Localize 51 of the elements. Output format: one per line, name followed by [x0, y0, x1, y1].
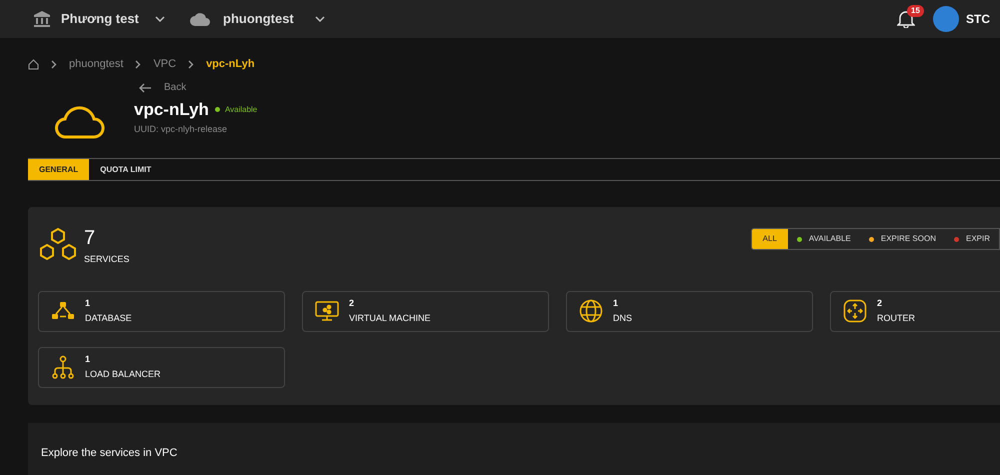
database-icon	[51, 301, 75, 321]
notification-count: 15	[907, 5, 924, 17]
user-name[interactable]: STC	[966, 10, 1000, 28]
service-card[interactable]: 2 ROUTER	[830, 290, 1000, 332]
back-arrow-icon[interactable]	[139, 82, 152, 92]
services-label: SERVICES	[84, 253, 130, 266]
breadcrumb-link[interactable]: VPC	[153, 56, 176, 72]
avatar[interactable]	[933, 6, 959, 32]
cloud-icon	[54, 104, 106, 140]
status-text: Available	[224, 104, 258, 116]
service-count: 2	[349, 296, 356, 310]
service-name: DNS	[613, 312, 632, 325]
service-name: ROUTER	[877, 312, 915, 325]
uuid-text: UUID: vpc-nlyh-release	[134, 122, 228, 136]
service-card[interactable]: 2 VIRTUAL MACHINE	[302, 290, 549, 332]
chevron-right-icon	[51, 60, 57, 68]
project-name: phuongtest	[223, 10, 295, 28]
filter-tab[interactable]: EXPIR	[944, 229, 999, 249]
service-count: 2	[877, 296, 884, 310]
monitor-icon	[315, 300, 339, 322]
service-card[interactable]: 1 DNS	[566, 290, 813, 332]
network-tree-icon	[51, 355, 75, 379]
service-name: LOAD BALANCER	[85, 368, 161, 381]
chevron-down-icon[interactable]	[155, 16, 165, 22]
hexagons-icon	[38, 227, 78, 263]
back-link[interactable]: Back	[164, 80, 186, 95]
globe-icon	[579, 299, 603, 323]
chevron-right-icon	[135, 60, 142, 68]
section-title: Explore the services in VPC	[41, 447, 178, 459]
filter-tab[interactable]: ALL	[752, 229, 788, 249]
vpc-name: vpc-nLyh	[134, 99, 209, 121]
chevron-right-icon	[188, 60, 194, 68]
filter-tab[interactable]: AVAILABLE	[788, 229, 860, 249]
filter-tab[interactable]: EXPIRE SOON	[860, 229, 945, 249]
bank-icon	[34, 11, 50, 27]
service-name: DATABASE	[85, 312, 132, 325]
tab[interactable]: GENERAL	[28, 159, 90, 180]
service-name: VIRTUAL MACHINE	[349, 312, 431, 325]
services-count: 7	[84, 227, 96, 249]
cloud-icon	[190, 12, 210, 26]
service-count: 1	[85, 296, 92, 310]
service-card[interactable]: 1 LOAD BALANCER	[38, 346, 285, 388]
breadcrumb-link[interactable]: phuongtest	[69, 56, 124, 72]
chevron-down-icon[interactable]	[315, 16, 325, 22]
router-icon	[843, 299, 867, 323]
tab[interactable]: QUOTA LIMIT	[89, 159, 162, 180]
home-icon[interactable]	[28, 58, 39, 70]
service-count: 1	[85, 352, 92, 366]
organization-name: Phương test	[61, 10, 140, 28]
service-count: 1	[613, 296, 620, 310]
service-card[interactable]: 1 DATABASE	[38, 290, 285, 332]
